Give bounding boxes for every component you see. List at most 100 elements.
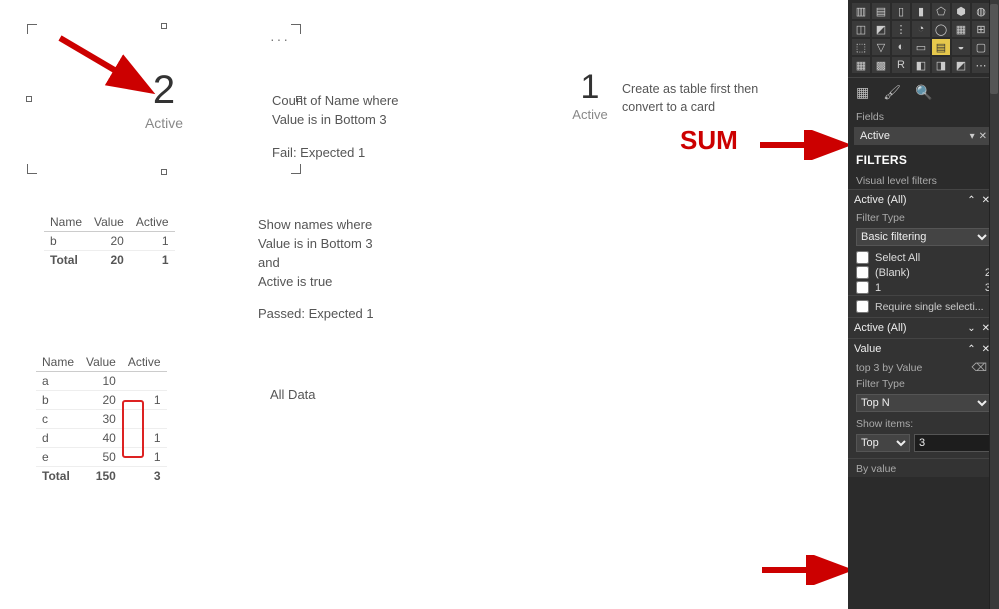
- clear-filter-icon[interactable]: ⌫: [967, 361, 991, 374]
- fields-tab-icon[interactable]: ▦: [856, 84, 869, 101]
- filter-header-active-2[interactable]: Active (All) ⌄ ✕: [848, 318, 999, 338]
- collapse-icon[interactable]: ⌃: [964, 344, 978, 355]
- matrix-icon[interactable]: ▩: [872, 57, 890, 73]
- py-visual-icon[interactable]: ◧: [912, 57, 930, 73]
- filter-block-value: Value ⌃ ✕ top 3 by Value ⌫ Filter Type T…: [848, 338, 999, 477]
- field-remove-button[interactable]: ✕: [977, 131, 989, 142]
- filter-option-checkbox[interactable]: [856, 281, 869, 294]
- funnel-icon[interactable]: ▽: [872, 39, 890, 55]
- key-influencers-icon[interactable]: ◩: [952, 57, 970, 73]
- require-single-checkbox[interactable]: [856, 300, 869, 313]
- table-row: e501: [36, 448, 167, 467]
- scatter-icon[interactable]: ⋮: [892, 21, 910, 37]
- card-visual-selected[interactable]: ··· 2 Active: [30, 27, 298, 171]
- show-items-count-input[interactable]: [914, 434, 999, 452]
- report-canvas[interactable]: ··· 2 Active 1 Active Count of Name wher…: [0, 0, 848, 609]
- filters-title: FILTERS: [848, 147, 999, 171]
- resize-handle-br[interactable]: [291, 164, 301, 174]
- resize-handle-bl[interactable]: [27, 164, 37, 174]
- collapse-icon[interactable]: ⌃: [964, 195, 978, 206]
- filter-option[interactable]: (Blank)2: [848, 265, 999, 280]
- col-header-name[interactable]: Name: [44, 213, 88, 232]
- table-total-row: Total 20 1: [44, 251, 175, 270]
- resize-handle-tr[interactable]: [291, 24, 301, 34]
- resize-handle-bottom[interactable]: [161, 169, 167, 175]
- filter-option-checkbox[interactable]: [856, 251, 869, 264]
- card-value: 2: [153, 68, 175, 113]
- show-items-direction-select[interactable]: Top: [856, 434, 910, 452]
- filter-option[interactable]: Select All: [848, 250, 999, 265]
- donut-chart-icon[interactable]: ◯: [932, 21, 950, 37]
- resize-handle-left[interactable]: [26, 96, 32, 102]
- by-value-label: By value: [848, 458, 999, 477]
- filter-type-select-topn[interactable]: Top N: [856, 394, 991, 412]
- line-chart-icon[interactable]: ⬠: [932, 3, 950, 19]
- filled-map-icon[interactable]: ⬚: [852, 39, 870, 55]
- filter-option-checkbox[interactable]: [856, 266, 869, 279]
- stacked-column-icon[interactable]: ▯: [892, 3, 910, 19]
- require-single-label: Require single selecti...: [875, 301, 984, 313]
- ribbon-chart-icon[interactable]: ◫: [852, 21, 870, 37]
- kpi-icon[interactable]: ◒: [952, 39, 970, 55]
- textbox-line: Fail: Expected 1: [272, 144, 472, 163]
- table-icon[interactable]: ▦: [852, 57, 870, 73]
- resize-handle-top[interactable]: [161, 23, 167, 29]
- waterfall-icon[interactable]: ◩: [872, 21, 890, 37]
- resize-handle-tl[interactable]: [27, 24, 37, 34]
- col-header-name[interactable]: Name: [36, 353, 80, 372]
- textbox-line: and: [258, 254, 458, 273]
- pane-scrollbar-track[interactable]: [989, 0, 999, 609]
- filter-title: Active (All): [854, 194, 907, 206]
- card-icon[interactable]: ▭: [912, 39, 930, 55]
- map-icon[interactable]: ⊞: [972, 21, 990, 37]
- pie-chart-icon[interactable]: ◔: [912, 21, 930, 37]
- table-total-row: Total1503: [36, 467, 167, 486]
- table-row: c30: [36, 410, 167, 429]
- table-visual-all[interactable]: Name Value Active a10b201c30d401e501Tota…: [36, 353, 167, 485]
- textbox-all-data[interactable]: All Data: [270, 386, 316, 405]
- textbox-line: Value is in Bottom 3: [258, 235, 458, 254]
- more-visuals-icon[interactable]: ⋯: [972, 57, 990, 73]
- annotation-arrow-3: [762, 555, 852, 585]
- pane-scrollbar-thumb[interactable]: [990, 4, 998, 94]
- filter-type-select[interactable]: Basic filtering: [856, 228, 991, 246]
- col-header-value[interactable]: Value: [88, 213, 130, 232]
- area-chart-icon[interactable]: ⬢: [952, 3, 970, 19]
- stacked-area-icon[interactable]: ◍: [972, 3, 990, 19]
- r-visual-icon[interactable]: R: [892, 57, 910, 73]
- col-header-value[interactable]: Value: [80, 353, 122, 372]
- col-header-active[interactable]: Active: [122, 353, 167, 372]
- filter-header-value[interactable]: Value ⌃ ✕: [848, 339, 999, 359]
- format-tab-icon[interactable]: 🖌: [883, 84, 901, 101]
- textbox-2[interactable]: Show names where Value is in Bottom 3 an…: [258, 216, 458, 324]
- clustered-bar-icon[interactable]: ▤: [872, 3, 890, 19]
- expand-icon[interactable]: ⌄: [964, 323, 978, 334]
- arcgis-icon[interactable]: ◨: [932, 57, 950, 73]
- field-menu-caret[interactable]: ▾: [968, 131, 977, 142]
- textbox-1[interactable]: Count of Name where Value is in Bottom 3…: [272, 92, 472, 163]
- filter-option[interactable]: 13: [848, 280, 999, 295]
- stacked-bar-icon[interactable]: ▥: [852, 3, 870, 19]
- fields-section-label: Fields: [848, 107, 999, 125]
- clustered-column-icon[interactable]: ▮: [912, 3, 930, 19]
- visualization-type-grid: ▥▤▯▮⬠⬢◍◫◩⋮◔◯▦⊞⬚▽◐▭▤◒▢▦▩R◧◨◩⋯: [848, 0, 999, 77]
- visual-options-menu[interactable]: ···: [270, 31, 290, 47]
- slicer-icon[interactable]: ▢: [972, 39, 990, 55]
- gauge-icon[interactable]: ◐: [892, 39, 910, 55]
- analytics-tab-icon[interactable]: 🔍: [915, 84, 932, 101]
- table-row: b 20 1: [44, 232, 175, 251]
- textbox-line: Active is true: [258, 273, 458, 292]
- textbox-line: Passed: Expected 1: [258, 305, 458, 324]
- require-single-selection[interactable]: Require single selecti...: [848, 295, 999, 317]
- treemap-icon[interactable]: ▦: [952, 21, 970, 37]
- textbox-line: Show names where: [258, 216, 458, 235]
- multi-row-card-icon[interactable]: ▤: [932, 39, 950, 55]
- filter-header-active[interactable]: Active (All) ⌃ ✕: [848, 190, 999, 210]
- table-row: d401: [36, 429, 167, 448]
- table-visual-filtered[interactable]: Name Value Active b 20 1 Total 20 1: [44, 213, 175, 269]
- col-header-active[interactable]: Active: [130, 213, 175, 232]
- filter-option-label: 1: [875, 282, 881, 294]
- field-well-active[interactable]: Active ▾ ✕: [854, 127, 993, 145]
- filter-type-label: Filter Type: [848, 210, 999, 226]
- textbox-instruction[interactable]: Create as table first then convert to a …: [622, 80, 802, 116]
